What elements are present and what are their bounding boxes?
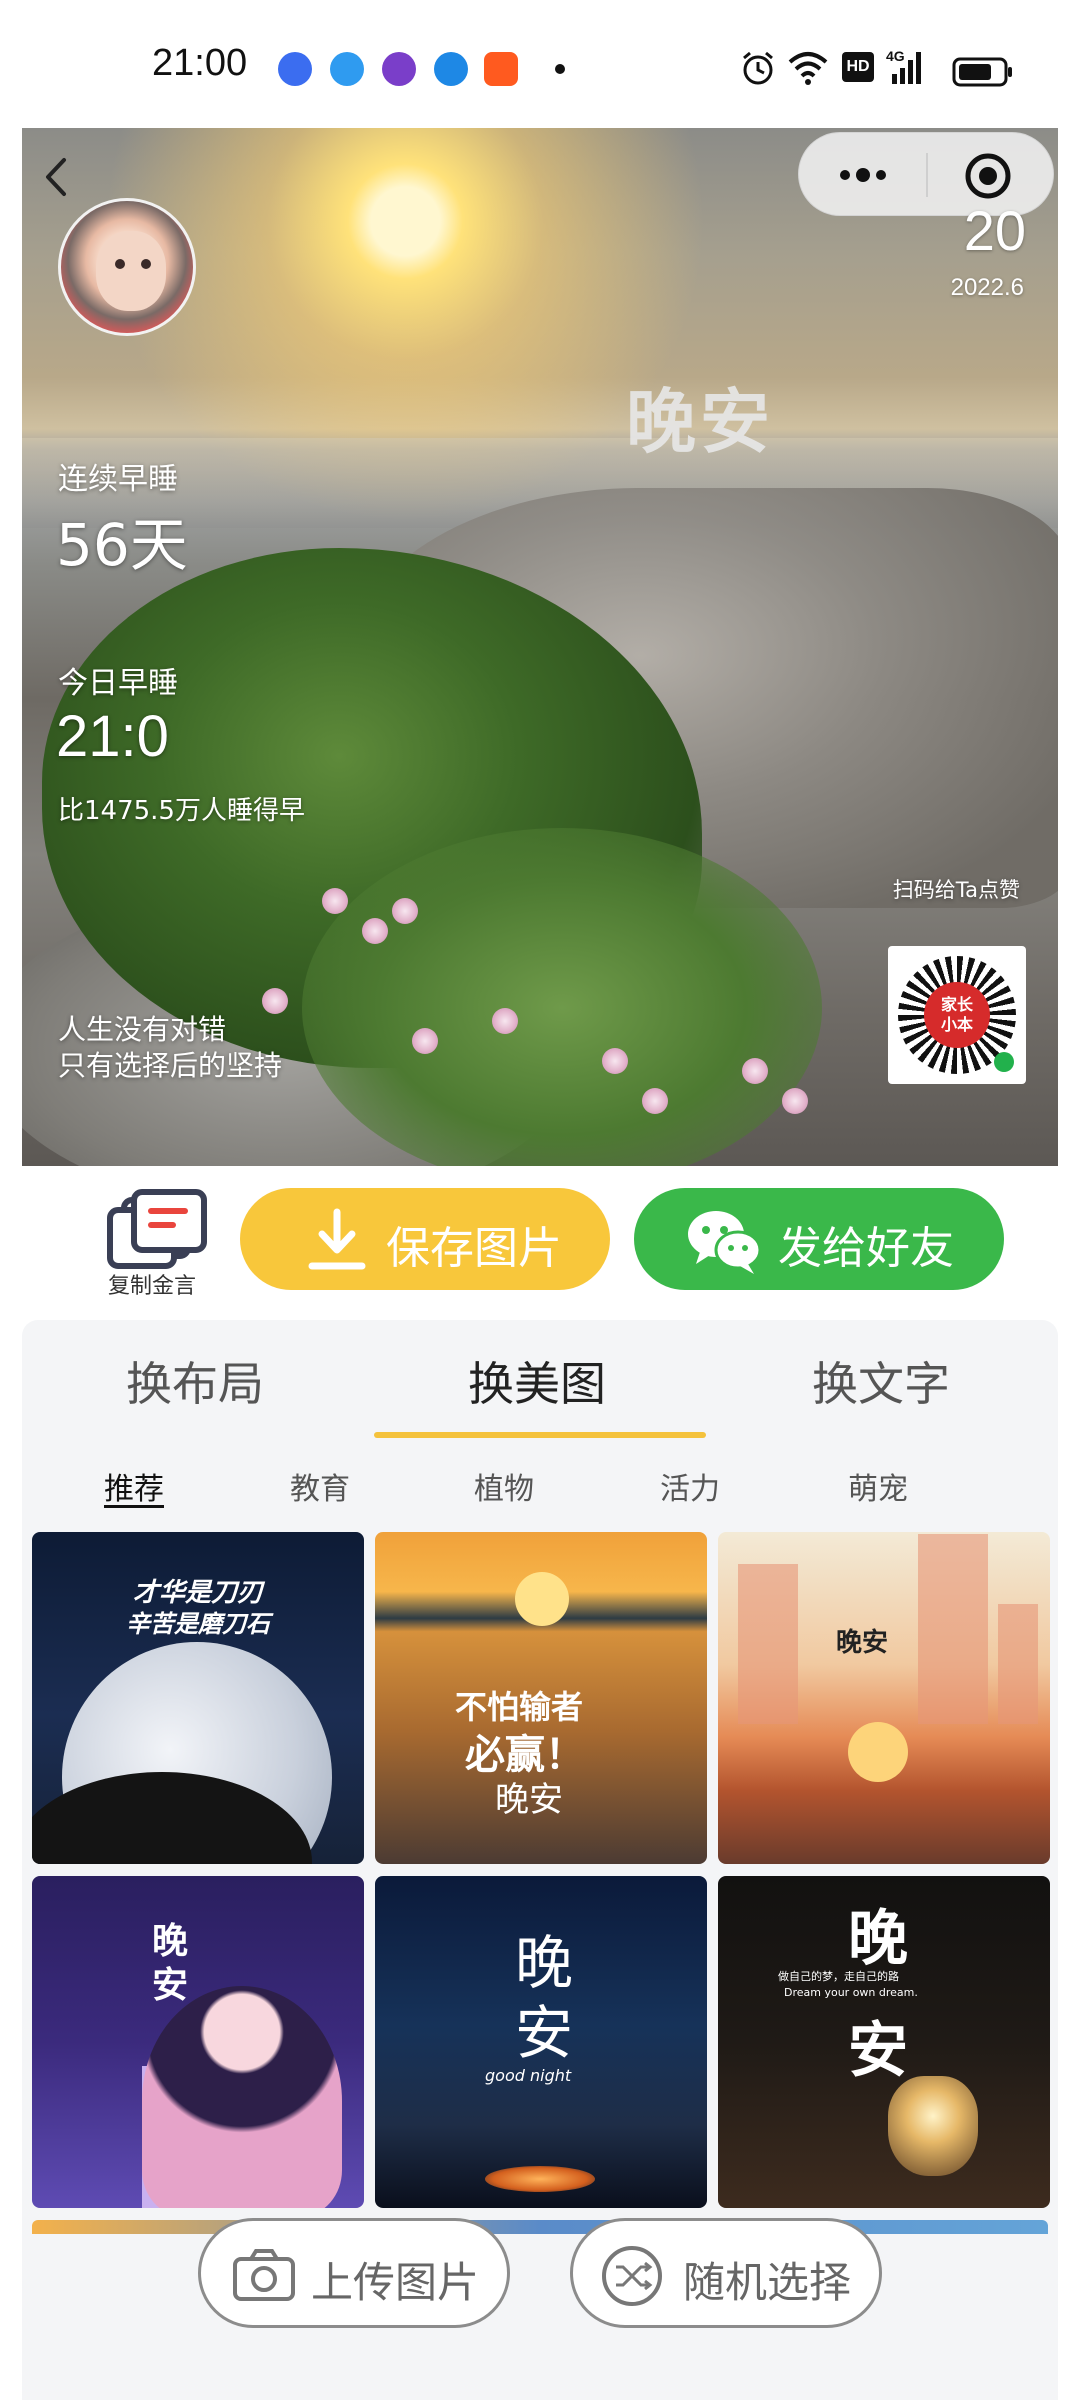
send-to-friend-label: 发给好友 [778,1223,954,1274]
tab-change-text[interactable]: 换文字 [812,1348,950,1414]
signal-icon: 4G [886,48,930,88]
page: 21:00 HD 4G 20 2022.6 晚安 连续早睡 56天 今日早睡 2… [0,0,1080,2400]
wifi-icon [788,52,828,85]
image-option-sunset-boat[interactable]: 不怕输者 必赢！ 晚安 [375,1532,707,1864]
streak-value: 56天 [56,511,188,579]
quote-line-1: 人生没有对错 [58,1013,227,1046]
tab-change-image[interactable]: 换美图 [468,1348,606,1414]
shuffle-icon [602,2246,662,2306]
blue-app-icon [434,52,468,86]
active-tab-indicator [374,1432,706,1438]
compare-text: 比1475.5万人睡得早 [58,796,305,826]
image-option-starry-sky[interactable]: 晚 安 good night [375,1876,707,2208]
poster-title: 晚安 [626,381,774,463]
status-time: 21:00 [152,42,248,84]
mini-program-icon [994,1052,1014,1072]
qr-code: 家长 小本 [888,946,1026,1084]
baidu-app-icon [278,52,312,86]
image-option-girl-night[interactable]: 晚 安 [32,1876,364,2208]
wechat-icon [688,1211,762,1274]
copy-quote-label[interactable]: 复制金言 [108,1268,196,1300]
subtab-plants[interactable]: 植物 [474,1464,534,1508]
image-option-moon[interactable]: 才华是刀刃 辛苦是磨刀石 [32,1532,364,1864]
tab-change-layout[interactable]: 换布局 [126,1348,264,1414]
notification-dot [555,64,565,74]
poster-image: 20 2022.6 晚安 连续早睡 56天 今日早睡 21:0 比1475.5万… [22,128,1058,1166]
camera-icon [233,2249,295,2301]
hd-icon: HD [842,52,874,82]
today-value: 21:0 [56,704,169,769]
close-mini-program-icon[interactable] [963,151,1013,201]
qr-hint: 扫码给Ta点赞 [892,878,1020,902]
upload-image-button[interactable]: 上传图片 [198,2218,510,2328]
subtab-education[interactable]: 教育 [290,1464,350,1508]
save-image-label: 保存图片 [386,1223,562,1274]
save-image-button[interactable]: 保存图片 [240,1188,610,1290]
network-type-label: 4G [886,48,905,64]
year-month: 2022.6 [950,274,1024,301]
send-to-friend-button[interactable]: 发给好友 [634,1188,1004,1290]
qr-center-badge: 家长 小本 [924,982,990,1048]
browser-app-icon [330,52,364,86]
customize-panel: 换布局 换美图 换文字 推荐 教育 植物 活力 萌宠 才华是刀刃 辛苦是磨刀石 … [22,1320,1058,2400]
subtab-recommended[interactable]: 推荐 [104,1464,164,1508]
day-number: 20 [963,199,1026,262]
random-select-label: 随机选择 [683,2258,852,2307]
back-arrow-icon[interactable] [36,152,76,202]
more-options-icon[interactable] [833,155,893,195]
random-select-button[interactable]: 随机选择 [570,2218,882,2328]
purple-app-icon [382,52,416,86]
next-row-thumbnails [32,2220,1048,2234]
subtab-vitality[interactable]: 活力 [660,1464,720,1508]
streak-label: 连续早睡 [58,462,178,497]
taobao-app-icon [484,52,518,86]
image-option-candle[interactable]: 晚 做自己的梦，走自己的路 Dream your own dream. 安 [718,1876,1050,2208]
image-option-city-sunset[interactable]: 晚安 [718,1532,1050,1864]
battery-icon [952,57,1012,87]
status-bar: 21:00 HD 4G [0,0,1080,130]
quote-line-2: 只有选择后的坚持 [58,1049,283,1082]
upload-image-label: 上传图片 [311,2258,480,2307]
subtab-pets[interactable]: 萌宠 [848,1464,908,1508]
user-avatar [58,198,196,336]
today-label: 今日早睡 [58,666,178,701]
alarm-icon [743,51,773,85]
download-icon [308,1208,366,1270]
